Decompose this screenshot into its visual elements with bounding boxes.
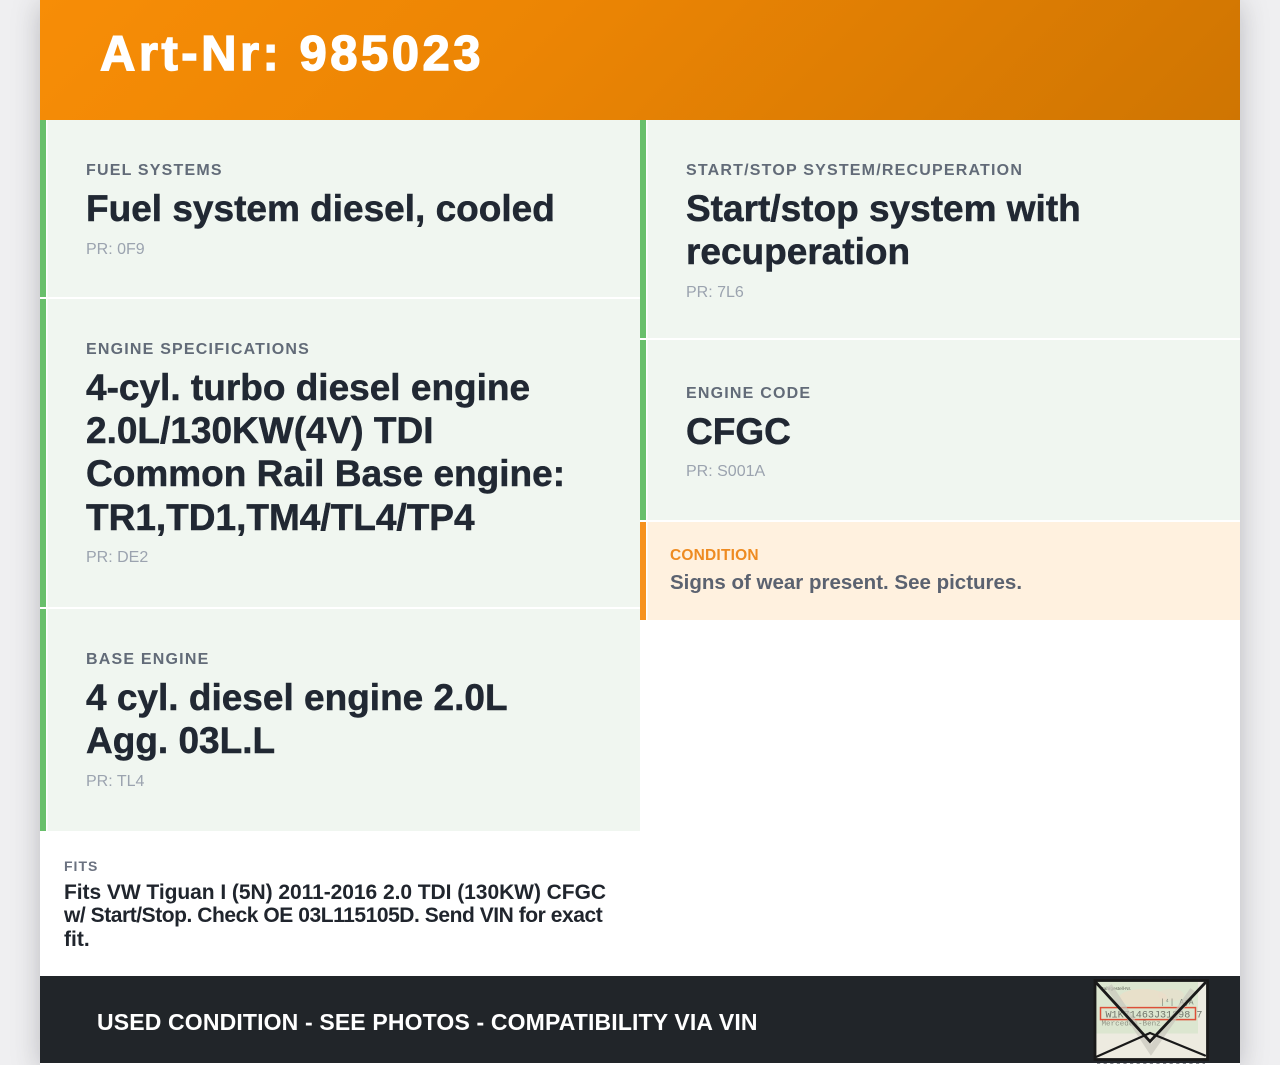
svg-text:Fahrgestell-Nr.: Fahrgestell-Nr. (1101, 986, 1131, 991)
